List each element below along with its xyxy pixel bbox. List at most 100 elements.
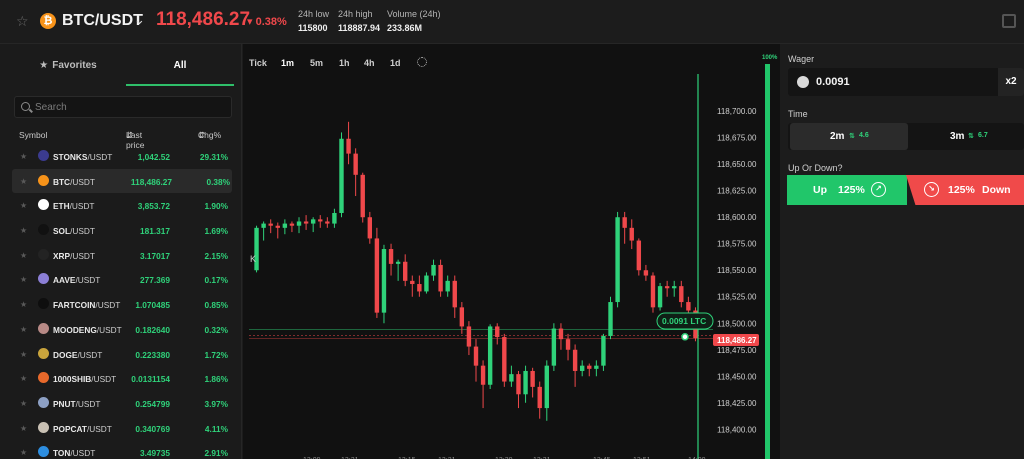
markets-panel: ★Favorites All Symbol Last price ⇵ Chg% … [0,44,242,459]
candle-down [636,240,642,271]
y-tick-label: 118,575.00 [717,240,757,249]
market-row-popcat[interactable]: ★ POPCAT/USDT 0.340769 4.11% [0,416,242,441]
search-input[interactable] [35,99,225,115]
star-icon[interactable]: ★ [20,300,27,309]
market-row-fartcoin[interactable]: ★ FARTCOIN/USDT 1.070485 0.85% [0,292,242,317]
candle-up [523,370,528,395]
tf-1m[interactable]: 1m [281,58,294,68]
col-symbol[interactable]: Symbol [19,130,47,140]
market-symbol: TON/USDT [53,448,96,459]
star-icon[interactable]: ★ [20,350,27,359]
market-symbol: 1000SHIB/USDT [53,374,117,385]
layout-icon[interactable] [1002,14,1016,28]
market-row-pnut[interactable]: ★ PNUT/USDT 0.254799 3.97% [0,391,242,416]
star-icon[interactable]: ★ [20,374,27,383]
candle-up [657,286,663,308]
star-icon[interactable]: ★ [20,152,27,161]
wager-value[interactable]: 0.0091 [816,76,850,88]
candle-down [587,365,592,369]
gear-icon[interactable] [417,57,427,67]
y-tick-label: 118,700.00 [717,107,757,116]
star-icon[interactable]: ★ [20,201,27,210]
candle-up [487,326,493,385]
search-icon [21,102,30,111]
tf-tick[interactable]: Tick [249,58,267,68]
tf-5m[interactable]: 5m [310,58,323,68]
market-row-btc[interactable]: ★ BTC/USDT 118,486.27 0.38% [12,168,232,194]
price-chart[interactable]: 118,700.00 118,675.00 118,650.00 118,625.00… [243,44,780,459]
candle-down [473,346,479,366]
market-row-doge[interactable]: ★ DOGE/USDT 0.223380 1.72% [0,342,242,367]
stat-volume: Volume (24h) 233.86M [387,9,441,33]
y-tick-label: 118,675.00 [717,134,757,143]
time-option-3m[interactable]: 3m ⇅ 6.7 [908,123,1024,150]
down-button[interactable]: ↘ 125% Down [906,175,1024,205]
market-row-1000shib[interactable]: ★ 1000SHIB/USDT 0.0131154 1.86% [0,366,242,391]
star-icon[interactable]: ★ [20,424,27,433]
candle-up [579,365,585,371]
multiply-button[interactable]: x2 [998,68,1024,96]
favorite-star-icon[interactable]: ☆ [16,13,29,30]
candle-down [417,284,422,292]
candle-down [360,174,365,218]
star-icon[interactable]: ★ [20,226,27,235]
candle-down [565,339,571,350]
candle-down [346,138,351,154]
popcat-icon [38,421,49,433]
time-selector: 2m ⇅ 4.6 3m ⇅ 6.7 [788,123,1024,150]
col-last-price[interactable]: Last price ⇵ [126,130,144,150]
direction-label: Up Or Down? [788,163,843,173]
candle-up [332,212,337,224]
market-change: 0.85% [204,300,228,311]
market-row-aave[interactable]: ★ AAVE/USDT 277.369 0.17% [0,267,242,292]
candle-down [410,280,415,285]
market-row-xrp[interactable]: ★ XRP/USDT 3.17017 2.15% [0,243,242,268]
col-change[interactable]: Chg% ⇵ [198,130,221,141]
candle-down [403,261,408,281]
candle-down [480,365,486,385]
candle-down [275,225,280,228]
candle-down [629,227,634,241]
star-icon[interactable]: ★ [20,275,27,284]
candle-down [325,221,330,224]
star-icon[interactable]: ★ [20,448,27,457]
candle-down [353,153,358,175]
tab-favorites[interactable]: ★ Favorites [12,56,124,86]
shib-icon [38,372,49,384]
candle-down [502,337,507,382]
left-marker: K [250,254,256,264]
market-change: 0.38% [206,176,230,187]
tf-1d[interactable]: 1d [390,58,401,68]
chevron-down-icon[interactable]: ⌄ [134,12,145,28]
market-row-stonks[interactable]: ★ STONKS/USDT 1,042.52 29.31% [0,144,242,169]
tab-all[interactable]: All [126,56,234,86]
candle-down [664,286,670,289]
candle-up [431,264,436,276]
tf-4h[interactable]: 4h [364,58,375,68]
wager-field[interactable]: 0.0091 x2 [788,68,1024,96]
stonks-icon [38,150,49,161]
market-change: 0.32% [204,324,228,335]
market-row-sol[interactable]: ★ SOL/USDT 181.317 1.69% [0,218,242,243]
candle-up [601,335,606,366]
star-icon[interactable]: ★ [20,325,27,334]
market-row-eth[interactable]: ★ ETH/USDT 3,853.72 1.90% [0,193,242,218]
market-symbol: ETH/USDT [53,201,95,212]
last-price: 118,486.27 [156,9,251,30]
y-tick-label: 118,650.00 [717,160,757,169]
coin-icon [797,76,809,88]
tf-1h[interactable]: 1h [339,58,350,68]
up-button[interactable]: Up 125% ↗ [787,175,907,205]
candle-up [296,221,302,226]
candle-down [622,217,627,228]
star-icon[interactable]: ★ [20,251,27,260]
time-option-2m[interactable]: 2m ⇅ 4.6 [790,123,908,150]
market-row-ton[interactable]: ★ TON/USDT 3.49735 2.91% [0,440,242,459]
market-row-moodeng[interactable]: ★ MOODENG/USDT 0.182640 0.32% [0,317,242,342]
btc-icon [38,174,49,186]
candle-down [530,370,535,387]
pair-selector[interactable]: BTC/USDT [62,12,143,30]
star-icon[interactable]: ★ [20,177,27,186]
star-icon[interactable]: ★ [20,399,27,408]
candle-up [381,249,387,313]
